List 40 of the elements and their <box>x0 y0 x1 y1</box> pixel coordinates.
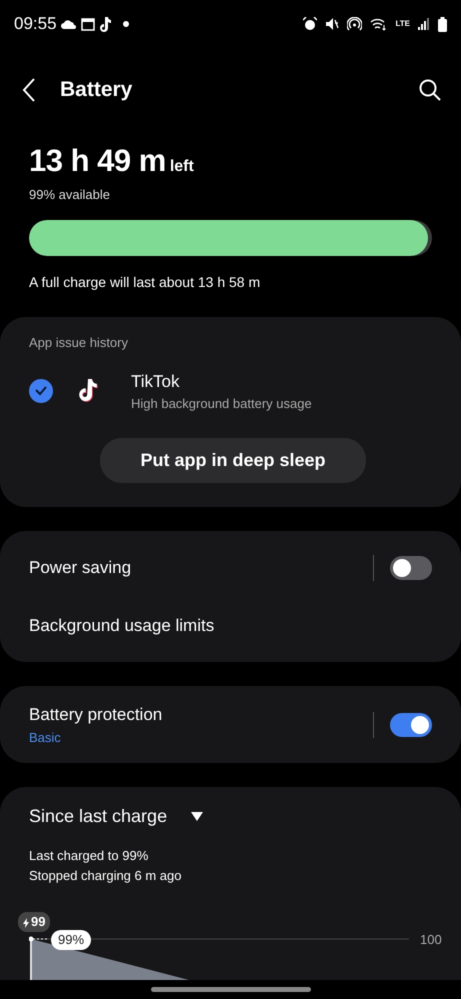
setting-label[interactable]: Power saving <box>29 554 132 580</box>
available-text: 99% available <box>29 186 111 204</box>
signal-icon <box>418 18 430 30</box>
search-icon[interactable] <box>419 79 441 101</box>
bolt-icon <box>23 918 29 928</box>
lte-label: LTE <box>395 20 410 28</box>
left-label: left <box>170 157 194 177</box>
toggle-switch[interactable] <box>390 712 432 736</box>
charge-tag: 99 <box>18 912 50 932</box>
deep-sleep-button[interactable]: Put app in deep sleep <box>100 438 366 482</box>
music-note-icon <box>98 16 111 32</box>
toggle-switch[interactable] <box>390 556 432 580</box>
app-name: TikTok <box>131 370 180 392</box>
app-detail: High background battery usage <box>131 395 312 413</box>
alarm-icon <box>303 17 318 31</box>
back-icon[interactable] <box>22 78 36 102</box>
wifi-icon <box>370 17 388 31</box>
period-label: Since last charge <box>29 805 168 828</box>
charge-info-text: Last charged to 99% <box>29 847 150 865</box>
hotspot-icon <box>347 16 362 32</box>
app-icon <box>77 379 99 403</box>
home-handle[interactable] <box>150 987 310 992</box>
app-checkbox[interactable] <box>29 379 53 403</box>
setting-label[interactable]: Background usage limits <box>29 612 214 638</box>
axis-label: 100 <box>420 931 442 949</box>
setting-value: Basic <box>29 728 62 746</box>
calendar-icon <box>80 18 95 30</box>
setting-label: Battery protection <box>29 704 162 726</box>
section-title: App issue history <box>29 334 129 352</box>
page-title: Battery <box>60 77 132 104</box>
charge-info-text: Stopped charging 6 m ago <box>29 866 182 885</box>
time-left: 13 h 49 m <box>29 142 166 180</box>
mute-icon <box>325 17 340 31</box>
dot-icon <box>122 21 129 27</box>
clock: 09:55 <box>14 13 57 36</box>
point-label: 99% <box>51 930 92 950</box>
cloud-icon <box>60 19 77 29</box>
battery-icon <box>438 16 447 32</box>
dropdown-icon[interactable] <box>191 812 204 821</box>
full-charge-text: A full charge will last about 13 h 58 m <box>29 273 262 292</box>
